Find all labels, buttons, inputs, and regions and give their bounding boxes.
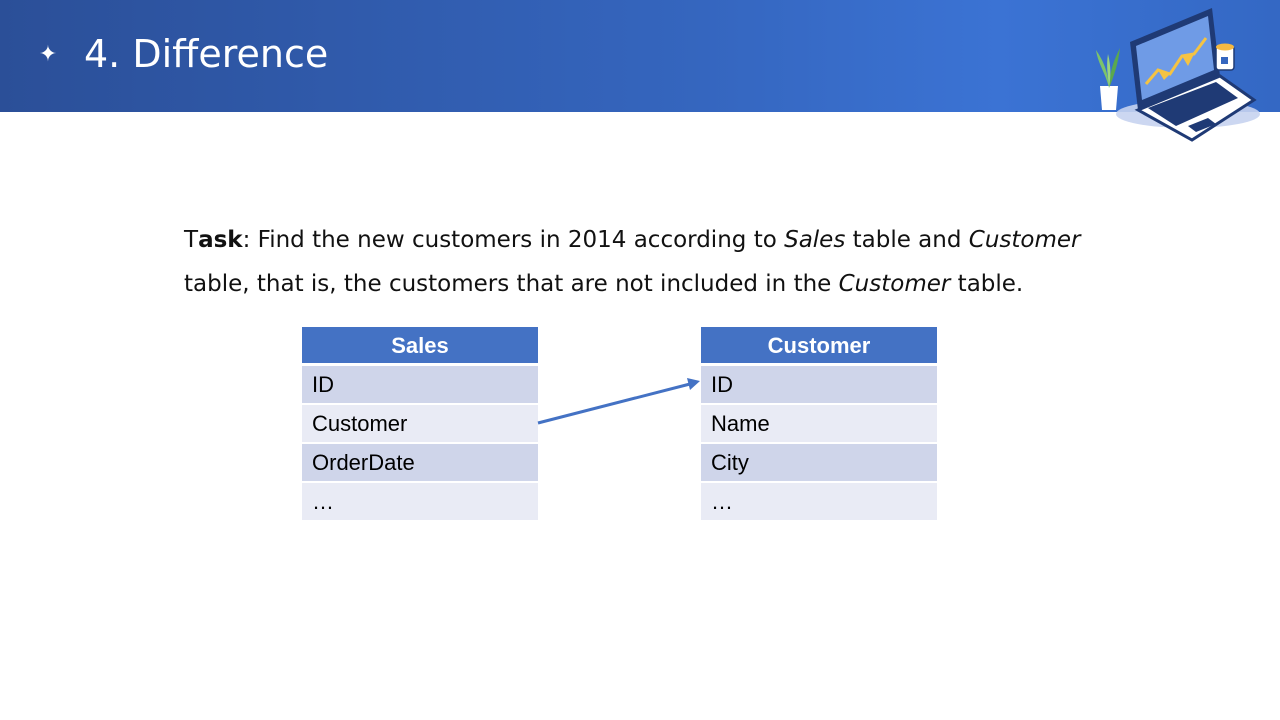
slide-title: 4. Difference — [84, 32, 329, 76]
task-text-4: table. — [950, 271, 1024, 297]
sales-table-reference: Sales — [784, 227, 846, 253]
relation-arrow-head — [687, 378, 700, 390]
sales-table-header: Sales — [302, 327, 538, 366]
task-description: Task: Find the new customers in 2014 acc… — [184, 218, 1104, 306]
customer-table: Customer ID Name City … — [701, 327, 937, 522]
sales-table: Sales ID Customer OrderDate … — [302, 327, 538, 522]
title-bar: ✦ 4. Difference — [0, 0, 1280, 142]
customer-table-reference: Customer — [968, 227, 1081, 253]
four-point-star-icon: ✦ — [38, 42, 58, 67]
sales-row-ellipsis: … — [302, 483, 538, 522]
laptop-illustration-icon — [1096, 8, 1260, 142]
customer-row-id: ID — [701, 366, 937, 405]
customer-row-name: Name — [701, 405, 937, 444]
task-label-bold: ask — [198, 227, 243, 253]
customer-table-reference-2: Customer — [838, 271, 951, 297]
task-text-1: : Find the new customers in 2014 accordi… — [242, 227, 785, 253]
sales-row-id: ID — [302, 366, 538, 405]
task-text-3: table, that is, the customers that are n… — [184, 271, 839, 297]
task-text-2: table and — [845, 227, 969, 253]
relation-arrow-line — [537, 382, 691, 425]
task-label-first: T — [184, 227, 199, 253]
customer-table-header: Customer — [701, 327, 937, 366]
sales-row-orderdate: OrderDate — [302, 444, 538, 483]
customer-row-city: City — [701, 444, 937, 483]
customer-row-ellipsis: … — [701, 483, 937, 522]
sales-row-customer: Customer — [302, 405, 538, 444]
